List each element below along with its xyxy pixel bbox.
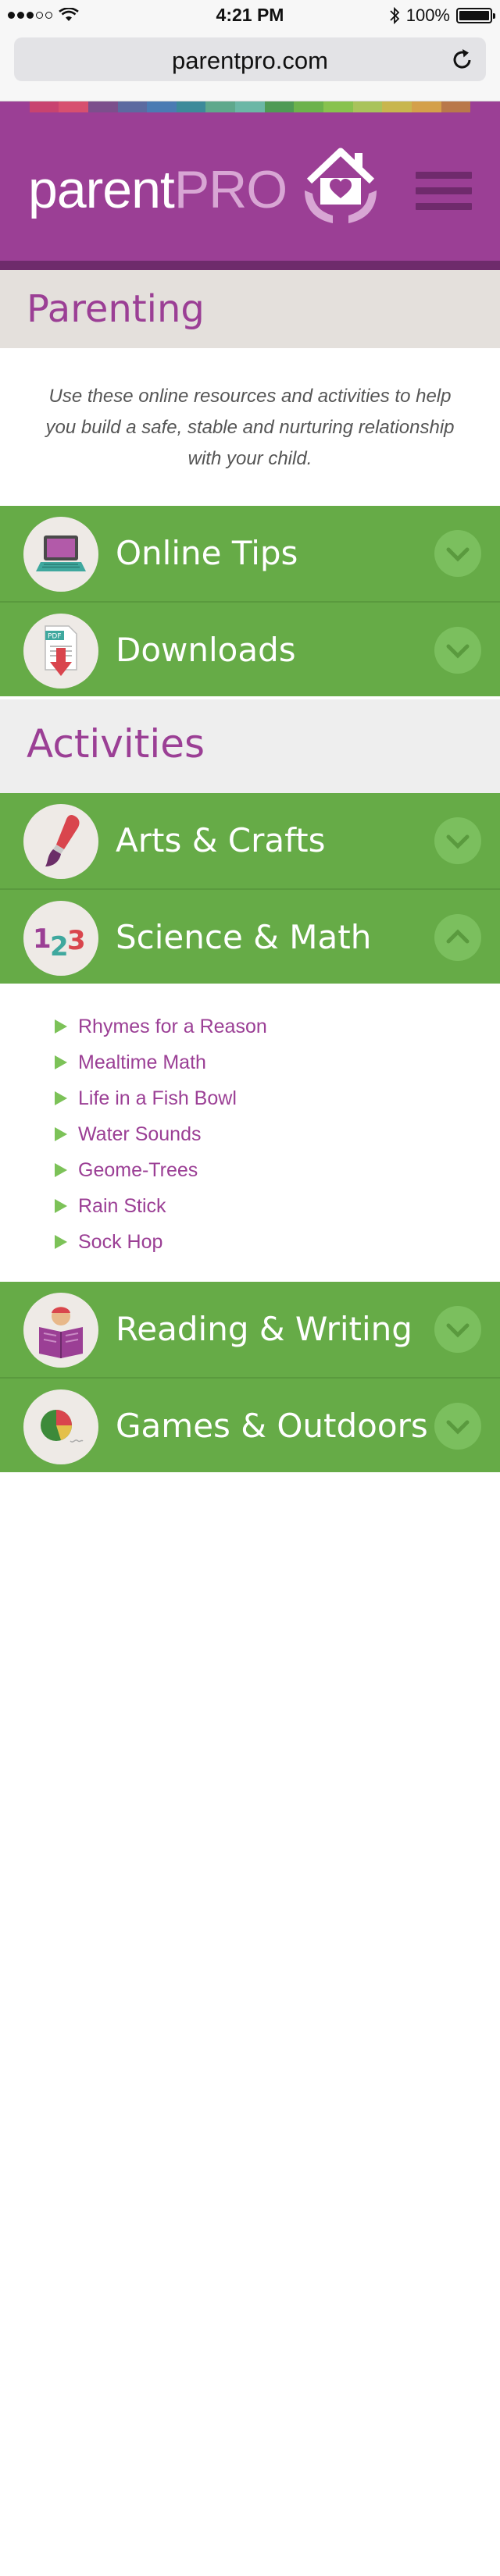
- parenting-section-header: Parenting: [0, 270, 500, 348]
- accordion-online-tips[interactable]: Online Tips: [0, 506, 500, 601]
- browser-toolbar: parentpro.com: [0, 31, 500, 101]
- svg-text:PDF: PDF: [48, 633, 62, 641]
- list-item[interactable]: Rhymes for a Reason: [55, 1009, 445, 1044]
- list-item[interactable]: Mealtime Math: [55, 1044, 445, 1080]
- stripe-segment: [147, 101, 177, 112]
- chevron-down-icon[interactable]: [434, 627, 481, 674]
- svg-text:3: 3: [67, 925, 86, 956]
- activity-link[interactable]: Water Sounds: [78, 1123, 201, 1146]
- hamburger-icon[interactable]: [416, 172, 472, 214]
- stripe-segment: [235, 101, 265, 112]
- site-logo[interactable]: parentPRO: [28, 159, 288, 220]
- stripe-segment: [176, 101, 206, 112]
- activities-title: Activities: [27, 721, 205, 767]
- pdf-download-icon: PDF: [23, 614, 98, 688]
- laptop-icon: [23, 517, 98, 592]
- accordion-label: Online Tips: [116, 534, 298, 572]
- chevron-down-icon[interactable]: [434, 1306, 481, 1353]
- accordion-label: Science & Math: [116, 918, 372, 956]
- logo-main-text: parent: [28, 160, 175, 219]
- url-text[interactable]: parentpro.com: [14, 47, 486, 75]
- svg-text:1: 1: [33, 923, 52, 955]
- activity-link[interactable]: Rhymes for a Reason: [78, 1016, 267, 1038]
- stripe-segment: [59, 101, 88, 112]
- site-header: parentPRO: [0, 112, 500, 261]
- triangle-bullet-icon: [55, 1127, 67, 1141]
- accordion-label: Games & Outdoors: [116, 1407, 428, 1445]
- svg-text:2: 2: [50, 931, 69, 962]
- logo-accent-text: PRO: [173, 160, 288, 219]
- triangle-bullet-icon: [55, 1163, 67, 1177]
- stripe-segment: [29, 101, 59, 112]
- stripe-segment: [323, 101, 353, 112]
- stripe-segment: [88, 101, 118, 112]
- chevron-down-icon[interactable]: [434, 817, 481, 864]
- stripe-segment: [441, 101, 471, 112]
- stripe-segment: [352, 101, 383, 112]
- list-item[interactable]: Sock Hop: [55, 1224, 445, 1260]
- triangle-bullet-icon: [55, 1235, 67, 1249]
- ball-icon: [23, 1389, 98, 1464]
- stripe-segment: [0, 101, 30, 112]
- stripe-segment: [411, 101, 441, 112]
- house-heart-logo-icon: [305, 148, 377, 223]
- chevron-down-icon[interactable]: [434, 1403, 481, 1450]
- status-bar: 4:21 PM 100%: [0, 0, 500, 31]
- list-item[interactable]: Water Sounds: [55, 1116, 445, 1152]
- reading-icon: [23, 1293, 98, 1368]
- activity-link[interactable]: Rain Stick: [78, 1195, 166, 1218]
- accordion-reading-writing[interactable]: Reading & Writing: [0, 1282, 500, 1377]
- accordion-label: Reading & Writing: [116, 1310, 412, 1348]
- battery-icon: [456, 8, 495, 23]
- activity-link[interactable]: Sock Hop: [78, 1231, 162, 1254]
- activity-link[interactable]: Mealtime Math: [78, 1051, 206, 1074]
- activities-section-header: Activities: [0, 699, 500, 793]
- stripe-segment: [382, 101, 412, 112]
- paintbrush-icon: [23, 804, 98, 879]
- status-right: 100%: [389, 5, 495, 26]
- battery-percent: 100%: [405, 5, 450, 25]
- battery-level: [459, 11, 489, 20]
- accordion-science-math[interactable]: 1 2 3 Science & Math: [0, 888, 500, 984]
- chevron-up-icon[interactable]: [434, 914, 481, 961]
- numbers-icon: 1 2 3: [23, 901, 98, 976]
- stripe-segment: [117, 101, 148, 112]
- accordion-label: Arts & Crafts: [116, 821, 326, 859]
- triangle-bullet-icon: [55, 1019, 67, 1034]
- accordion-label: Downloads: [116, 631, 296, 669]
- stripe-segment: [264, 101, 295, 112]
- reload-icon[interactable]: [450, 47, 475, 72]
- parenting-title: Parenting: [27, 287, 205, 331]
- list-item[interactable]: Geome-Trees: [55, 1152, 445, 1188]
- science-math-links: Rhymes for a Reason Mealtime Math Life i…: [55, 1009, 445, 1260]
- bluetooth-icon: [390, 6, 399, 25]
- stripe-segment: [294, 101, 324, 112]
- parenting-intro: Use these online resources and activitie…: [45, 386, 455, 469]
- activity-link[interactable]: Geome-Trees: [78, 1159, 198, 1182]
- accordion-arts-crafts[interactable]: Arts & Crafts: [0, 793, 500, 888]
- chevron-down-icon[interactable]: [434, 530, 481, 577]
- header-underline: [0, 261, 500, 270]
- color-stripe: [0, 101, 500, 112]
- address-bar[interactable]: parentpro.com: [14, 37, 486, 81]
- activity-link[interactable]: Life in a Fish Bowl: [78, 1087, 237, 1110]
- stripe-segment: [205, 101, 236, 112]
- accordion-games-outdoors[interactable]: Games & Outdoors: [0, 1377, 500, 1472]
- list-item[interactable]: Life in a Fish Bowl: [55, 1080, 445, 1116]
- stripe-segment: [470, 101, 500, 112]
- triangle-bullet-icon: [55, 1091, 67, 1105]
- triangle-bullet-icon: [55, 1055, 67, 1069]
- list-item[interactable]: Rain Stick: [55, 1188, 445, 1224]
- triangle-bullet-icon: [55, 1199, 67, 1213]
- accordion-downloads[interactable]: PDF Downloads: [0, 601, 500, 696]
